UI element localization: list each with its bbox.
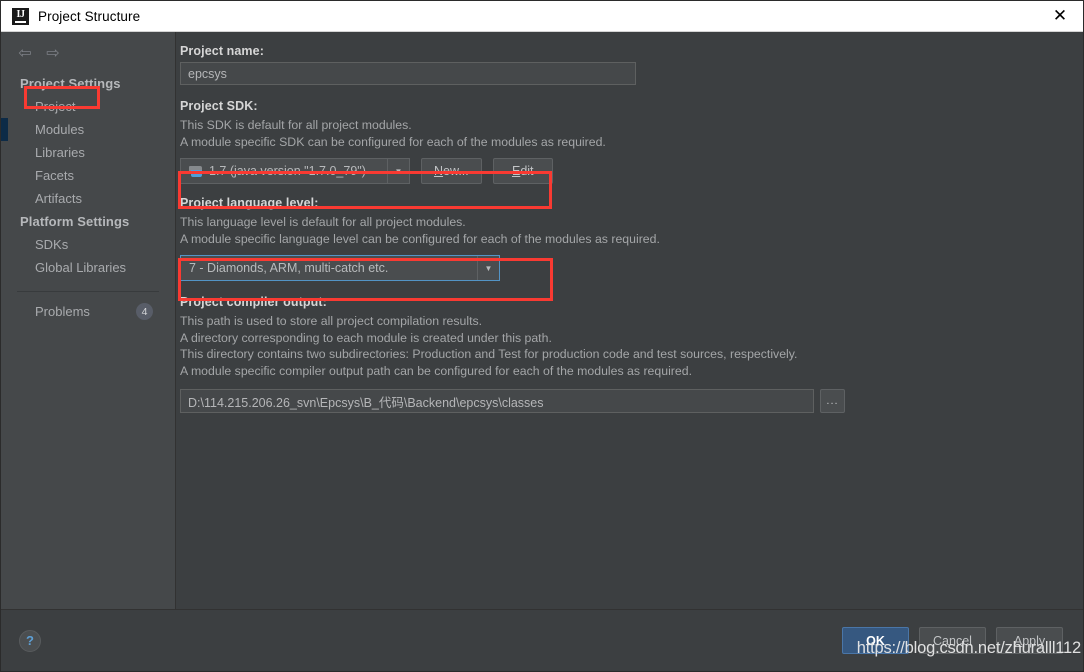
sidebar-item-problems[interactable]: Problems 4 [1,300,175,323]
project-sdk-combo[interactable]: 1.7 (java version "1.7.0_79") ▼ [180,158,410,184]
edit-sdk-mnemonic: E [511,164,521,178]
language-level-combo-value: 7 - Diamonds, ARM, multi-catch etc. [189,261,389,275]
new-sdk-rest: ew... [443,164,469,178]
compiler-output-desc-1: This path is used to store all project c… [180,314,483,328]
sidebar-item-project[interactable]: Project [1,95,175,118]
intellij-logo-icon: IJ [12,7,29,25]
compiler-output-controls: D:\114.215.206.26_svn\Epcsys\B_代码\Backen… [180,389,1067,413]
back-arrow-icon[interactable]: ⇦ [15,44,35,62]
project-sdk-combo-value: 1.7 (java version "1.7.0_79") [209,164,366,178]
project-structure-dialog: IJ Project Structure ✕ ⇦ ⇨ Project Setti… [0,0,1084,672]
watermark-url: https://blog.csdn.net/zhuralll112 [856,639,1081,657]
main-panel: Project name: epcsys Project SDK: This S… [176,32,1083,609]
forward-arrow-icon[interactable]: ⇨ [43,44,63,62]
dialog-body: ⇦ ⇨ Project Settings Project Modules Lib… [1,32,1083,609]
sidebar: ⇦ ⇨ Project Settings Project Modules Lib… [1,32,176,609]
language-level-desc-2: A module specific language level can be … [180,231,660,246]
sidebar-group-platform-settings: Platform Settings [20,214,130,229]
sidebar-item-modules[interactable]: Modules [1,118,175,141]
chevron-down-icon[interactable]: ▼ [477,256,499,280]
sidebar-item-global-libraries[interactable]: Global Libraries [1,256,175,279]
sidebar-group-project-settings: Project Settings [20,76,121,91]
nav-arrows: ⇦ ⇨ [1,40,175,72]
language-level-label: Project language level: [180,196,319,210]
title-bar: IJ Project Structure ✕ [1,1,1083,32]
project-sdk-controls: 1.7 (java version "1.7.0_79") ▼ New... E… [180,158,1067,184]
compiler-output-desc-3: This directory contains two subdirectori… [180,347,798,361]
close-icon[interactable]: ✕ [1037,1,1083,31]
window-title: Project Structure [38,8,141,24]
edit-sdk-button[interactable]: Edit [492,158,553,184]
sidebar-item-sdks[interactable]: SDKs [1,233,175,256]
dialog-footer: ? OK Cancel Apply https://blog.csdn.net/… [1,609,1083,671]
language-level-section: Project language level: This language le… [180,196,1067,281]
project-sdk-desc-2: A module specific SDK can be configured … [180,134,606,149]
browse-output-path-button[interactable]: ... [820,389,845,413]
compiler-output-section: Project compiler output: This path is us… [180,295,1067,413]
sidebar-item-facets[interactable]: Facets [1,164,175,187]
logo-text: IJ [16,9,25,20]
compiler-output-desc-2: A directory corresponding to each module… [180,330,552,345]
help-button[interactable]: ? [19,629,41,652]
language-level-desc-1: This language level is default for all p… [180,215,466,229]
problems-count-badge: 4 [136,303,153,320]
project-sdk-combo-value-wrap: 1.7 (java version "1.7.0_79") [181,164,387,178]
new-sdk-mnemonic: N [434,164,444,178]
compiler-output-label: Project compiler output: [180,295,327,309]
compiler-output-desc-4: A module specific compiler output path c… [180,363,692,378]
new-sdk-button[interactable]: New... [421,158,482,184]
compiler-output-input[interactable]: D:\114.215.206.26_svn\Epcsys\B_代码\Backen… [180,389,814,413]
project-sdk-desc-1: This SDK is default for all project modu… [180,118,412,132]
project-sdk-section: Project SDK: This SDK is default for all… [180,99,1067,184]
problems-label: Problems [35,304,90,319]
project-name-section: Project name: epcsys [180,44,1067,85]
project-sdk-label: Project SDK: [180,99,258,113]
project-name-label: Project name: [180,44,264,58]
edit-sdk-rest: dit [520,164,534,178]
java-sdk-icon [189,165,203,178]
sidebar-item-artifacts[interactable]: Artifacts [1,187,175,210]
language-level-combo[interactable]: 7 - Diamonds, ARM, multi-catch etc. ▼ [180,255,500,281]
chevron-down-icon[interactable]: ▼ [387,159,409,183]
project-name-input[interactable]: epcsys [180,62,636,85]
sidebar-divider [17,291,159,292]
sidebar-item-libraries[interactable]: Libraries [1,141,175,164]
